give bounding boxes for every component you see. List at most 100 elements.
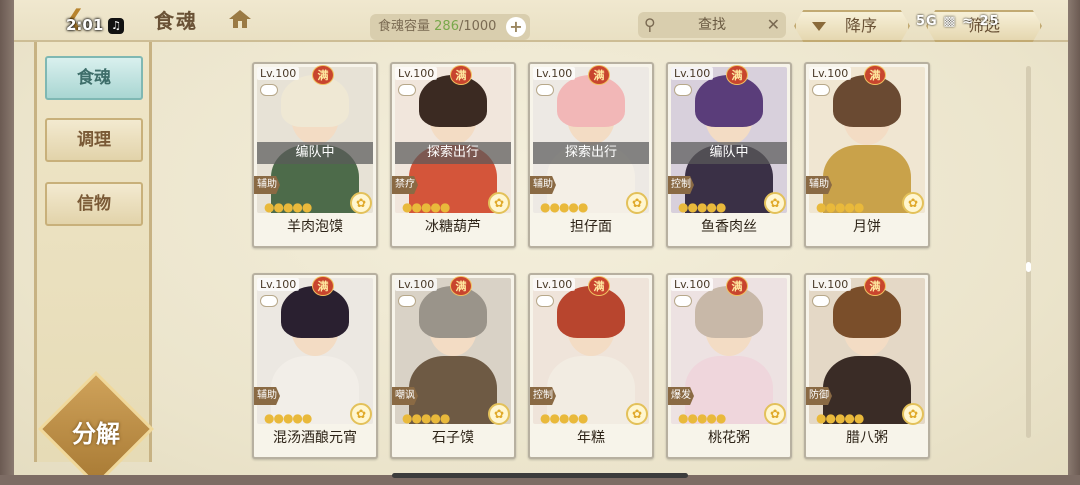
lock-toggle-icon[interactable]: [398, 84, 416, 96]
max-level-badge: 满: [726, 65, 748, 85]
star-rating: ●●●●●: [264, 200, 312, 214]
food-soul-name: 混汤酒酿元宵: [273, 430, 357, 446]
scroll-thumb[interactable]: [1026, 262, 1031, 272]
level-label: Lv.100: [257, 278, 300, 291]
food-soul-card[interactable]: Lv.100 满 编队中 辅助 ●●●●● ✿ 羊肉泡馍: [252, 62, 378, 248]
star-rating: ●●●●●: [540, 411, 588, 425]
max-level-badge: 满: [312, 65, 334, 85]
lock-toggle-icon[interactable]: [398, 295, 416, 307]
flower-rank-icon: ✿: [350, 403, 372, 425]
flower-rank-icon: ✿: [488, 403, 510, 425]
search-input[interactable]: ⚲ 查找 ✕: [638, 12, 786, 38]
page-title: 食魂: [154, 9, 198, 33]
decompose-label: 分解: [72, 419, 120, 448]
role-badge: 爆发: [668, 387, 694, 405]
role-badge: 控制: [530, 387, 556, 405]
food-soul-card[interactable]: Lv.100 满 辅助 ●●●●● ✿ 混汤酒酿元宵: [252, 273, 378, 459]
role-badge: 控制: [668, 176, 694, 194]
max-level-badge: 满: [588, 276, 610, 296]
food-soul-name: 鱼香肉丝: [701, 219, 757, 235]
sidebar-item-label: 食魂: [77, 68, 111, 88]
portrait-hair: [557, 286, 625, 338]
lock-toggle-icon[interactable]: [674, 84, 692, 96]
clear-icon[interactable]: ✕: [767, 12, 780, 38]
lock-toggle-icon[interactable]: [674, 295, 692, 307]
portrait-hair: [695, 75, 763, 127]
max-level-badge: 满: [450, 65, 472, 85]
sidebar-item-food-souls[interactable]: 食魂: [45, 56, 143, 100]
food-soul-card[interactable]: Lv.100 满 辅助 ●●●●● ✿ 月饼: [804, 62, 930, 248]
flower-rank-icon: ✿: [902, 403, 924, 425]
portrait-hair: [833, 75, 901, 127]
capacity-label: 食魂容量: [378, 19, 431, 34]
flower-rank-icon: ✿: [764, 192, 786, 214]
capacity-current: 286: [434, 19, 459, 34]
lock-toggle-icon[interactable]: [536, 295, 554, 307]
role-badge: 辅助: [806, 176, 832, 194]
food-soul-card[interactable]: Lv.100 满 探索出行 辅助 ●●●●● ✿ 担仔面: [528, 62, 654, 248]
role-badge: 辅助: [254, 176, 280, 194]
food-soul-name: 桃花粥: [708, 430, 750, 446]
lock-toggle-icon[interactable]: [812, 84, 830, 96]
lock-toggle-icon[interactable]: [260, 295, 278, 307]
food-soul-card[interactable]: Lv.100 满 嘲讽 ●●●●● ✿ 石子馍: [390, 273, 516, 459]
flower-rank-icon: ✿: [350, 192, 372, 214]
flower-rank-icon: ✿: [626, 403, 648, 425]
food-soul-name: 冰糖葫芦: [425, 219, 481, 235]
star-rating: ●●●●●: [678, 411, 726, 425]
sidebar-item-tokens[interactable]: 信物: [45, 182, 143, 226]
capacity-max: /1000: [458, 19, 497, 34]
food-soul-card[interactable]: Lv.100 满 控制 ●●●●● ✿ 年糕: [528, 273, 654, 459]
sort-triangle-icon: [812, 22, 826, 31]
level-label: Lv.100: [809, 67, 852, 80]
sidebar-item-label: 调理: [77, 130, 111, 150]
food-soul-name: 年糕: [577, 430, 605, 446]
portrait-hair: [419, 75, 487, 127]
flower-rank-icon: ✿: [488, 192, 510, 214]
battery-level: 25: [979, 14, 1000, 29]
lock-toggle-icon[interactable]: [812, 295, 830, 307]
food-soul-card[interactable]: Lv.100 满 编队中 控制 ●●●●● ✿ 鱼香肉丝: [666, 62, 792, 248]
portrait-hair: [281, 75, 349, 127]
max-level-badge: 满: [864, 276, 886, 296]
flower-rank-icon: ✿: [626, 192, 648, 214]
flower-rank-icon: ✿: [764, 403, 786, 425]
food-soul-name: 石子馍: [432, 430, 474, 446]
add-capacity-button[interactable]: +: [506, 17, 526, 37]
sidebar-item-conditioning[interactable]: 调理: [45, 118, 143, 162]
role-badge: 防御: [806, 387, 832, 405]
role-badge: 禁疗: [392, 176, 418, 194]
food-soul-name: 月饼: [853, 219, 881, 235]
star-rating: ●●●●●: [816, 200, 864, 214]
tiktok-icon: ♫: [108, 18, 124, 34]
sort-button[interactable]: 降序: [794, 10, 910, 42]
level-label: Lv.100: [809, 278, 852, 291]
role-badge: 辅助: [254, 387, 280, 405]
assignment-status: 编队中: [257, 142, 373, 164]
star-rating: ●●●●●: [402, 200, 450, 214]
level-label: Lv.100: [395, 67, 438, 80]
max-level-badge: 满: [588, 65, 610, 85]
level-label: Lv.100: [533, 67, 576, 80]
status-time: 2:01: [66, 16, 104, 34]
sidebar: 食魂 调理 信物 分解: [34, 42, 154, 485]
food-soul-card[interactable]: Lv.100 满 探索出行 禁疗 ●●●●● ✿ 冰糖葫芦: [390, 62, 516, 248]
level-label: Lv.100: [671, 67, 714, 80]
lock-toggle-icon[interactable]: [536, 84, 554, 96]
food-soul-name: 担仔面: [570, 219, 612, 235]
scrollbar[interactable]: [1026, 66, 1031, 438]
frame-left: [0, 0, 14, 485]
food-soul-name: 腊八粥: [846, 430, 888, 446]
portrait-hair: [419, 286, 487, 338]
home-icon[interactable]: [228, 8, 252, 30]
portrait-hair: [695, 286, 763, 338]
food-soul-card[interactable]: Lv.100 满 爆发 ●●●●● ✿ 桃花粥: [666, 273, 792, 459]
food-soul-card[interactable]: Lv.100 满 防御 ●●●●● ✿ 腊八粥: [804, 273, 930, 459]
home-indicator[interactable]: [392, 473, 688, 478]
level-label: Lv.100: [671, 278, 714, 291]
sidebar-item-label: 信物: [77, 194, 111, 214]
game-screen: ❮ 食魂 食魂容量 286/1000 + ⚲ 查找 ✕ 降序 筛选 2:01 ♫…: [0, 0, 1080, 485]
portrait-hair: [833, 286, 901, 338]
max-level-badge: 满: [450, 276, 472, 296]
lock-toggle-icon[interactable]: [260, 84, 278, 96]
